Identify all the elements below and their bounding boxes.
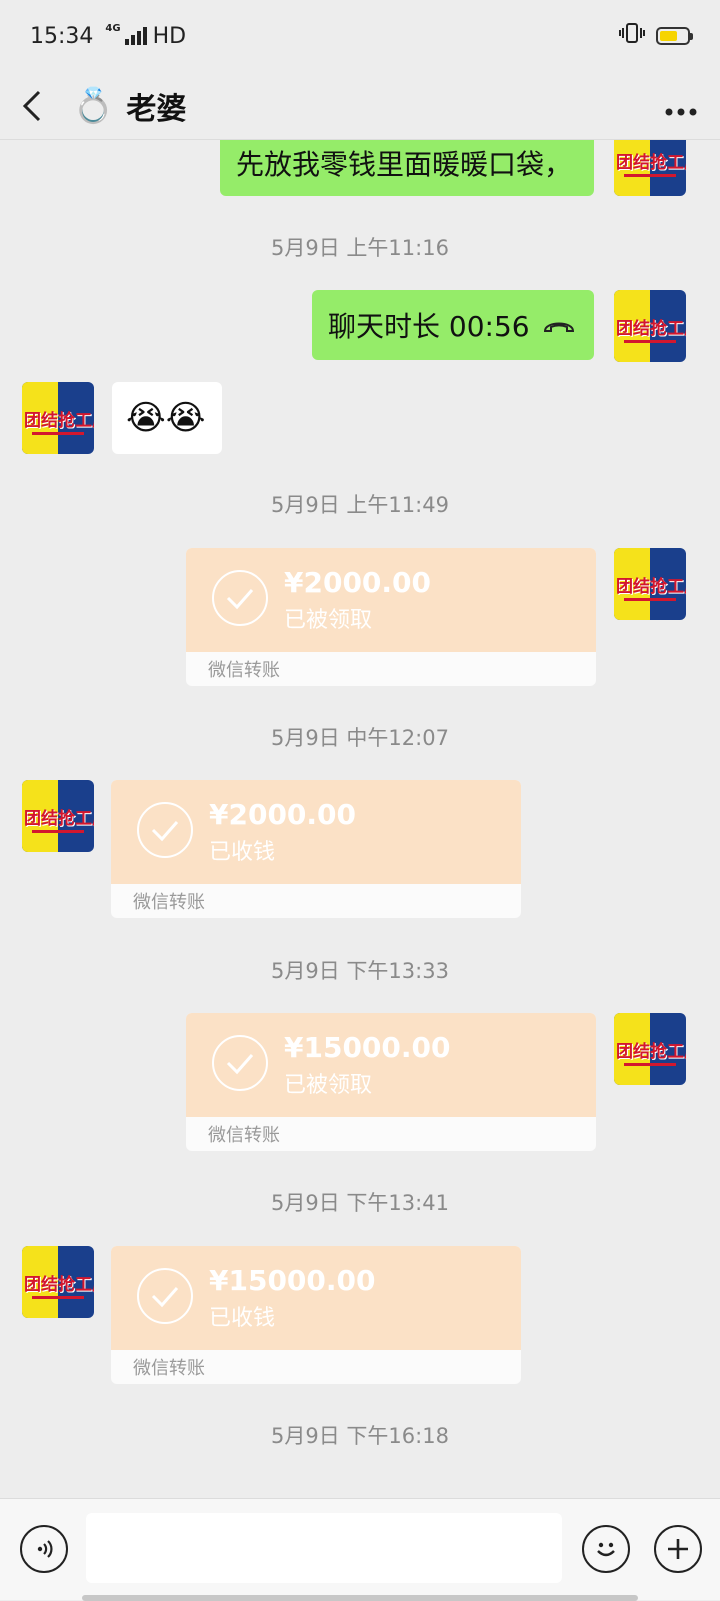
emoji-text: 😭😭 <box>126 398 206 438</box>
message-bubble-emoji[interactable]: 😭😭 <box>112 382 222 454</box>
plus-icon <box>668 1539 688 1559</box>
transfer-amount: ¥2000.00 <box>284 566 432 599</box>
hd-label: HD <box>152 23 187 49</box>
status-left: 15:34 4G HD <box>30 22 187 49</box>
transfer-amount: ¥15000.00 <box>284 1031 451 1064</box>
avatar-self[interactable]: 团结抢工厂 <box>614 290 686 362</box>
transfer-amount: ¥15000.00 <box>209 1264 376 1297</box>
message-bubble-text[interactable]: 先放我零钱里面暖暖口袋， <box>220 140 594 196</box>
phone-hangup-icon <box>542 309 576 342</box>
message-timestamp: 5月9日 下午16:18 <box>271 1424 449 1448</box>
avatar-self[interactable]: 团结抢工厂 <box>614 140 686 196</box>
message-timestamp: 5月9日 上午11:16 <box>271 236 449 260</box>
check-circle-icon <box>137 802 193 858</box>
transfer-status: 已收钱 <box>209 1306 276 1331</box>
network-type: 4G <box>105 22 121 34</box>
avatar-contact[interactable]: 团结抢工厂 <box>22 1246 94 1318</box>
status-right <box>618 22 693 50</box>
message-timestamp: 5月9日 下午13:33 <box>271 959 449 983</box>
battery-icon <box>656 27 693 45</box>
call-record-bubble[interactable]: 聊天时长 00:56 <box>312 290 594 360</box>
gesture-bar[interactable] <box>82 1595 638 1601</box>
avatar-self[interactable]: 团结抢工厂 <box>614 548 686 620</box>
transfer-footer: 微信转账 <box>208 660 280 681</box>
check-circle-icon <box>137 1268 193 1324</box>
vibrate-icon <box>618 22 646 50</box>
smiley-icon <box>597 1542 615 1557</box>
transfer-card[interactable]: ¥2000.00 已收钱 微信转账 <box>111 780 521 918</box>
message-text: 先放我零钱里面暖暖口袋， <box>236 148 573 181</box>
transfer-status: 已被领取 <box>284 1073 373 1098</box>
chat-title: 老婆 <box>126 91 187 127</box>
avatar-contact[interactable]: 团结抢工厂 <box>22 382 94 454</box>
chat-header: 💍 老婆 <box>0 72 720 140</box>
message-timestamp: 5月9日 上午11:49 <box>271 493 449 517</box>
more-functions-button[interactable] <box>654 1525 702 1573</box>
input-bar <box>0 1498 720 1601</box>
transfer-status: 已被领取 <box>284 608 373 633</box>
transfer-status: 已收钱 <box>209 840 276 865</box>
voice-icon <box>37 1540 53 1558</box>
message-timestamp: 5月9日 中午12:07 <box>271 726 449 750</box>
ring-icon: 💍 <box>72 85 115 126</box>
transfer-card[interactable]: ¥15000.00 已被领取 微信转账 <box>186 1013 596 1151</box>
transfer-footer: 微信转账 <box>208 1125 280 1146</box>
transfer-amount: ¥2000.00 <box>209 798 357 831</box>
avatar-self[interactable]: 团结抢工厂 <box>614 1013 686 1085</box>
message-list[interactable]: 先放我零钱里面暖暖口袋， 团结抢工厂 5月9日 上午11:16 聊天时长 00:… <box>0 140 720 1500</box>
message-input[interactable] <box>86 1513 562 1583</box>
message-timestamp: 5月9日 下午13:41 <box>271 1191 449 1215</box>
check-circle-icon <box>212 1035 268 1091</box>
status-time: 15:34 <box>30 23 94 49</box>
transfer-card[interactable]: ¥2000.00 已被领取 微信转账 <box>186 548 596 686</box>
emoji-button[interactable] <box>582 1525 630 1573</box>
transfer-footer: 微信转账 <box>133 1358 205 1379</box>
status-bar: 15:34 4G HD <box>0 0 720 72</box>
call-duration-text: 聊天时长 00:56 <box>328 310 530 343</box>
check-circle-icon <box>212 570 268 626</box>
chat-title-wrap: 💍 老婆 <box>72 84 186 128</box>
signal-icon <box>124 27 147 45</box>
transfer-footer: 微信转账 <box>133 892 205 913</box>
voice-input-button[interactable] <box>20 1525 68 1573</box>
transfer-card[interactable]: ¥15000.00 已收钱 微信转账 <box>111 1246 521 1384</box>
avatar-contact[interactable]: 团结抢工厂 <box>22 780 94 852</box>
back-icon[interactable] <box>22 86 52 126</box>
more-options-icon[interactable] <box>664 86 698 126</box>
